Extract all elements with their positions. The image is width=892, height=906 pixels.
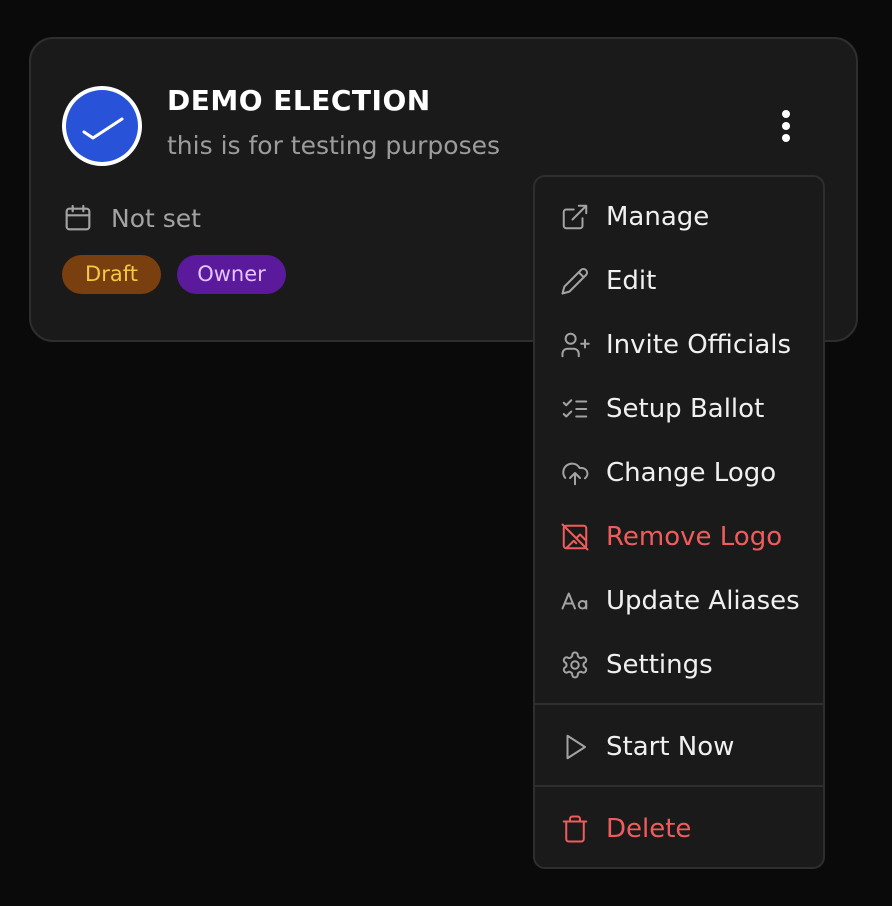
role-badge-owner: Owner: [177, 255, 286, 294]
menu-item-label: Setup Ballot: [606, 394, 765, 424]
more-options-button[interactable]: [766, 106, 806, 146]
list-checks-icon: [562, 399, 588, 418]
menu-item-label: Settings: [606, 650, 713, 680]
menu-item-remove-logo[interactable]: Remove Logo: [560, 517, 782, 557]
election-logo: [62, 86, 142, 166]
menu-divider: [535, 785, 823, 787]
menu-item-label: Edit: [606, 266, 657, 296]
type-aa-icon: [561, 592, 588, 610]
menu-item-delete[interactable]: Delete: [560, 809, 691, 849]
menu-item-settings[interactable]: Settings: [560, 645, 713, 685]
play-icon: [566, 734, 586, 760]
menu-item-setup-ballot[interactable]: Setup Ballot: [560, 389, 764, 429]
menu-item-label: Delete: [606, 814, 692, 844]
menu-item-manage[interactable]: Manage: [560, 197, 709, 237]
status-badge-draft: Draft: [62, 255, 161, 294]
menu-item-start-now[interactable]: Start Now: [560, 727, 734, 767]
gear-icon: [562, 651, 588, 679]
trash-icon: [562, 815, 588, 843]
menu-item-label: Update Aliases: [606, 586, 800, 616]
menu-item-label: Remove Logo: [606, 522, 783, 552]
more-vertical-icon-dot: [782, 134, 790, 142]
calendar-icon: [65, 204, 91, 231]
external-link-icon: [562, 204, 588, 230]
election-title: DEMO ELECTION: [167, 84, 431, 117]
image-off-icon: [561, 523, 589, 551]
more-vertical-icon: [782, 110, 790, 118]
pencil-icon: [561, 268, 588, 295]
cloud-upload-icon: [562, 462, 589, 486]
election-date: Not set: [62, 200, 201, 236]
menu-item-update-aliases[interactable]: Update Aliases: [560, 581, 800, 621]
more-vertical-icon-dot: [782, 122, 790, 130]
menu-item-label: Start Now: [606, 732, 735, 762]
user-plus-icon: [561, 332, 590, 358]
checkmark-logo-icon: [82, 117, 124, 140]
election-description: this is for testing purposes: [167, 131, 501, 160]
menu-item-label: Invite Officials: [606, 330, 792, 360]
menu-item-change-logo[interactable]: Change Logo: [560, 453, 776, 493]
menu-item-edit[interactable]: Edit: [560, 261, 656, 301]
menu-item-label: Change Logo: [606, 458, 777, 488]
menu-item-invite-officials[interactable]: Invite Officials: [560, 325, 791, 365]
menu-item-label: Manage: [606, 202, 710, 232]
date-text: Not set: [111, 203, 201, 233]
menu-divider: [535, 703, 823, 705]
